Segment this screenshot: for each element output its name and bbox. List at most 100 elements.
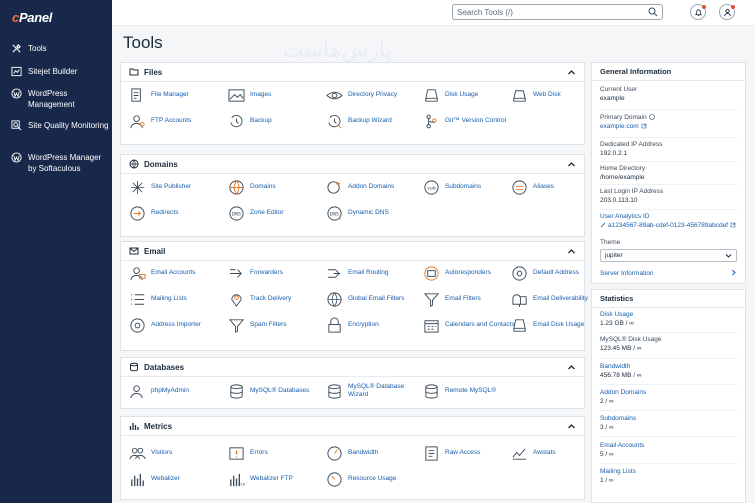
analytics-id-link[interactable]: a1234567-89ab-cdef-0123-456789abcdef [600,221,737,230]
tool-mysql-database-wizard[interactable]: MySQL® Database Wizard [325,382,418,400]
tool-autoresponders[interactable]: Autoresponders [422,264,515,282]
tool-web-disk[interactable]: Web Disk [510,86,603,104]
primary-domain-link[interactable]: example.com [600,122,737,131]
subdomains-icon: sub. [422,178,440,196]
sidebar-item-site-quality[interactable]: Site Quality Monitoring [10,120,110,131]
search-icon[interactable] [648,7,658,17]
tool-git-version-control[interactable]: Git™ Version Control [422,112,532,130]
stat-email-accounts[interactable]: Email Accounts 5 / ∞ [600,441,737,459]
tool-domains[interactable]: Domains [227,178,320,196]
tool-dynamic-dns[interactable]: DNS Dynamic DNS [325,204,418,222]
tool-subdomains[interactable]: sub. Subdomains [422,178,515,196]
tool-calendars-contacts[interactable]: Calendars and Contacts [422,316,515,334]
divider [600,137,737,138]
analytics-label: User Analytics ID [600,213,650,220]
sidebar-item-wordpress-management[interactable]: WordPress Management [10,88,110,110]
tool-phpmyadmin[interactable]: phpMyAdmin [128,382,221,400]
cpanel-logo[interactable]: cPanel [12,10,52,25]
tool-errors[interactable]: Errors [227,444,320,462]
sidebar-item-tools[interactable]: Tools [10,43,110,54]
domains-panel-header[interactable]: Domains [121,155,584,174]
tool-aliases[interactable]: Aliases [510,178,603,196]
stat-value: 1.23 GB / ∞ [600,320,634,327]
stat-mysql-disk-usage[interactable]: MySQL® Disk Usage 123.45 MB / ∞ [600,335,737,353]
tool-address-importer[interactable]: Address Importer [128,316,221,334]
stat-subdomains[interactable]: Subdomains 3 / ∞ [600,414,737,432]
tool-email-accounts[interactable]: Email Accounts [128,264,221,282]
tool-backup-wizard[interactable]: Backup Wizard [325,112,418,130]
file-manager-icon [128,86,146,104]
tool-bandwidth[interactable]: Bandwidth [325,444,418,462]
sidebar-item-label: Site Quality Monitoring [28,121,109,130]
dynamic-dns-icon: DNS [325,204,343,222]
tool-awstats[interactable]: Awstats [510,444,603,462]
user-menu-button[interactable] [719,4,735,20]
tool-backup[interactable]: Backup [227,112,320,130]
notifications-button[interactable] [690,4,706,20]
tool-ftp-accounts[interactable]: FTP Accounts [128,112,221,130]
databases-panel-header[interactable]: Databases [121,358,584,377]
tool-site-publisher[interactable]: Site Publisher [128,178,221,196]
sidebar-item-wordpress-manager[interactable]: WordPress Manager by Softaculous [10,152,110,174]
tool-addon-domains[interactable]: Addon Domains [325,178,418,196]
images-icon [227,86,245,104]
notification-dot [702,5,706,9]
theme-select[interactable]: jupiter [600,249,737,262]
visitors-icon [128,444,146,462]
tool-disk-usage[interactable]: Disk Usage [422,86,515,104]
tool-redirects[interactable]: Redirects [128,204,221,222]
tool-default-address[interactable]: Default Address [510,264,603,282]
tool-webalizer[interactable]: Webalizer [128,470,221,488]
tool-directory-privacy[interactable]: Directory Privacy [325,86,418,104]
tool-visitors[interactable]: Visitors [128,444,221,462]
tool-resource-usage[interactable]: Resource Usage [325,470,418,488]
tool-email-routing[interactable]: Email Routing [325,264,418,282]
watermark: پارس‌هاست [283,38,392,63]
search-box[interactable] [452,4,663,20]
tool-global-email-filters[interactable]: Global Email Filters [325,290,418,308]
tool-email-deliverability[interactable]: Email Deliverability [510,290,603,308]
chevron-up-icon[interactable] [567,160,576,169]
stat-mailing-lists[interactable]: Mailing Lists 1 / ∞ [600,467,737,485]
tool-label: Resource Usage [348,475,397,482]
chevron-up-icon[interactable] [567,68,576,77]
tool-label: phpMyAdmin [151,387,189,394]
help-icon[interactable] [648,114,655,120]
tool-webalizer-ftp[interactable]: FTP Webalizer FTP [227,470,320,488]
tool-remote-mysql[interactable]: Remote MySQL® [422,382,515,400]
envelope-icon [129,246,139,256]
tool-track-delivery[interactable]: Track Delivery [227,290,320,308]
tool-raw-access[interactable]: Raw Access [422,444,515,462]
chevron-up-icon[interactable] [567,247,576,256]
sidebar-item-sitejet[interactable]: Sitejet Builder [10,66,110,77]
autoresponders-icon [422,264,440,282]
tool-spam-filters[interactable]: Spam Filters [227,316,320,334]
last-login-ip: Last Login IP Address 203.0.113.10 [600,187,737,205]
chevron-up-icon[interactable] [567,422,576,431]
tool-email-filters[interactable]: Email Filters [422,290,515,308]
metrics-panel-header[interactable]: Metrics [121,417,584,436]
tool-mailing-lists[interactable]: Mailing Lists [128,290,221,308]
tool-zone-editor[interactable]: DNS Zone Editor [227,204,320,222]
tool-encryption[interactable]: Encryption [325,316,418,334]
server-information-link[interactable]: Server Information [600,269,737,278]
stat-addon-domains[interactable]: Addon Domains 2 / ∞ [600,388,737,406]
files-panel-header[interactable]: Files [121,63,584,82]
dedicated-ip-label: Dedicated IP Address [600,141,663,148]
tool-label: Visitors [151,449,173,456]
tools-icon [10,43,22,54]
web-disk-icon [510,86,528,104]
stat-disk-usage[interactable]: Disk Usage 1.23 GB / ∞ [600,310,737,328]
tool-label: Disk Usage [445,91,479,98]
tool-forwarders[interactable]: Forwarders [227,264,320,282]
stat-bandwidth[interactable]: Bandwidth 456.78 MB / ∞ [600,362,737,380]
tool-email-disk-usage[interactable]: Email Disk Usage [510,316,603,334]
email-panel-header[interactable]: Email [121,242,584,261]
tool-file-manager[interactable]: File Manager [128,86,221,104]
tool-mysql-databases[interactable]: MySQL® Databases [227,382,320,400]
bell-icon [694,8,702,16]
stat-label: Addon Domains [600,389,647,396]
search-input[interactable] [457,7,648,17]
chevron-up-icon[interactable] [567,363,576,372]
tool-images[interactable]: Images [227,86,320,104]
